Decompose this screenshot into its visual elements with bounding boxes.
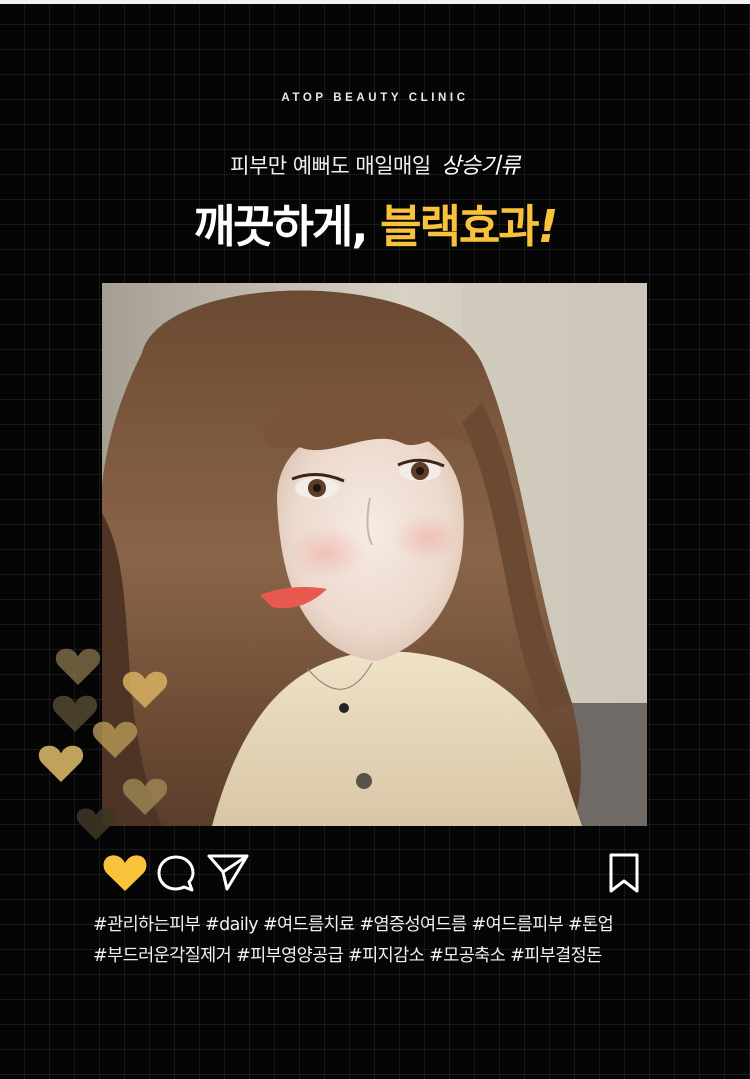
hashtags: #관리하는피부 #daily #여드름치료 #염증성여드름 #여드름피부 #톤업… — [93, 910, 693, 972]
bookmark-icon[interactable] — [608, 852, 640, 894]
brand-name: ATOP BEAUTY CLINIC — [281, 92, 469, 104]
subtitle-script: 상승기류 — [440, 154, 520, 179]
headline-white: 깨끗하게, — [193, 200, 369, 253]
subtitle-text: 피부만 예뻐도 매일매일 — [230, 154, 431, 178]
send-icon[interactable] — [206, 852, 250, 892]
hashtag-line: #부드러운각질제거 #피부영양공급 #피지감소 #모공축소 #피부결정돈 — [93, 946, 602, 966]
top-strip — [0, 0, 750, 4]
floating-heart-icon — [55, 648, 101, 685]
subtitle: 피부만 예뻐도 매일매일 상승기류 — [0, 148, 750, 180]
floating-heart-icon — [76, 808, 116, 840]
comment-icon[interactable] — [156, 853, 196, 893]
floating-heart-icon — [122, 778, 168, 815]
headline: 깨끗하게, 블랙효과! — [0, 190, 750, 255]
page: ATOP BEAUTY CLINIC 피부만 예뻐도 매일매일 상승기류 깨끗하… — [0, 0, 750, 1079]
floating-heart-icon — [92, 721, 138, 758]
headline-exclaim: ! — [537, 200, 558, 253]
floating-heart-icon — [122, 671, 168, 708]
portrait-photo — [102, 283, 647, 826]
floating-heart-icon — [38, 745, 84, 782]
floating-hearts — [30, 630, 180, 850]
heart-icon[interactable] — [102, 852, 148, 892]
post-actions — [100, 850, 650, 896]
hashtag-line: #관리하는피부 #daily #여드름치료 #염증성여드름 #여드름피부 #톤업 — [93, 915, 614, 935]
headline-accent: 블랙효과 — [380, 200, 540, 253]
portrait-illustration — [102, 283, 647, 826]
